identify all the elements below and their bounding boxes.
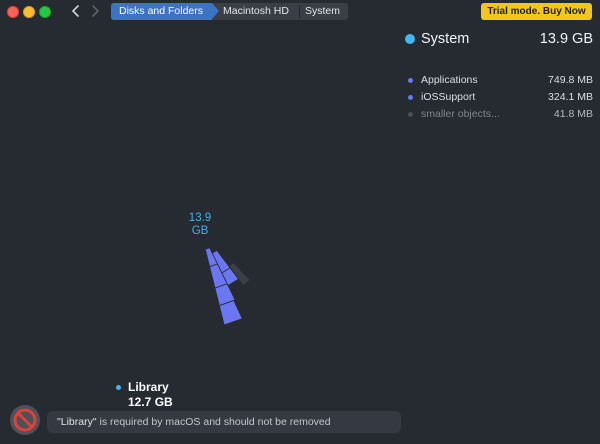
chart-center-value: 13.9 [188, 212, 212, 224]
warning-item-name: "Library" [57, 416, 97, 428]
warning-text: is required by macOS and should not be r… [96, 416, 331, 428]
hovered-item-name: Library [128, 380, 169, 394]
hovered-item-size: 12.7 GB [128, 395, 173, 409]
sunburst-chart [204, 247, 251, 326]
hovered-item-dot [116, 385, 121, 390]
chart-center-label: 13.9 GB [170, 212, 230, 238]
chart-segment-library-leaf[interactable] [218, 300, 243, 326]
no-entry-icon[interactable] [9, 404, 41, 436]
chart-center-unit: GB [191, 225, 209, 237]
protected-item-warning: "Library" is required by macOS and shoul… [47, 411, 401, 433]
